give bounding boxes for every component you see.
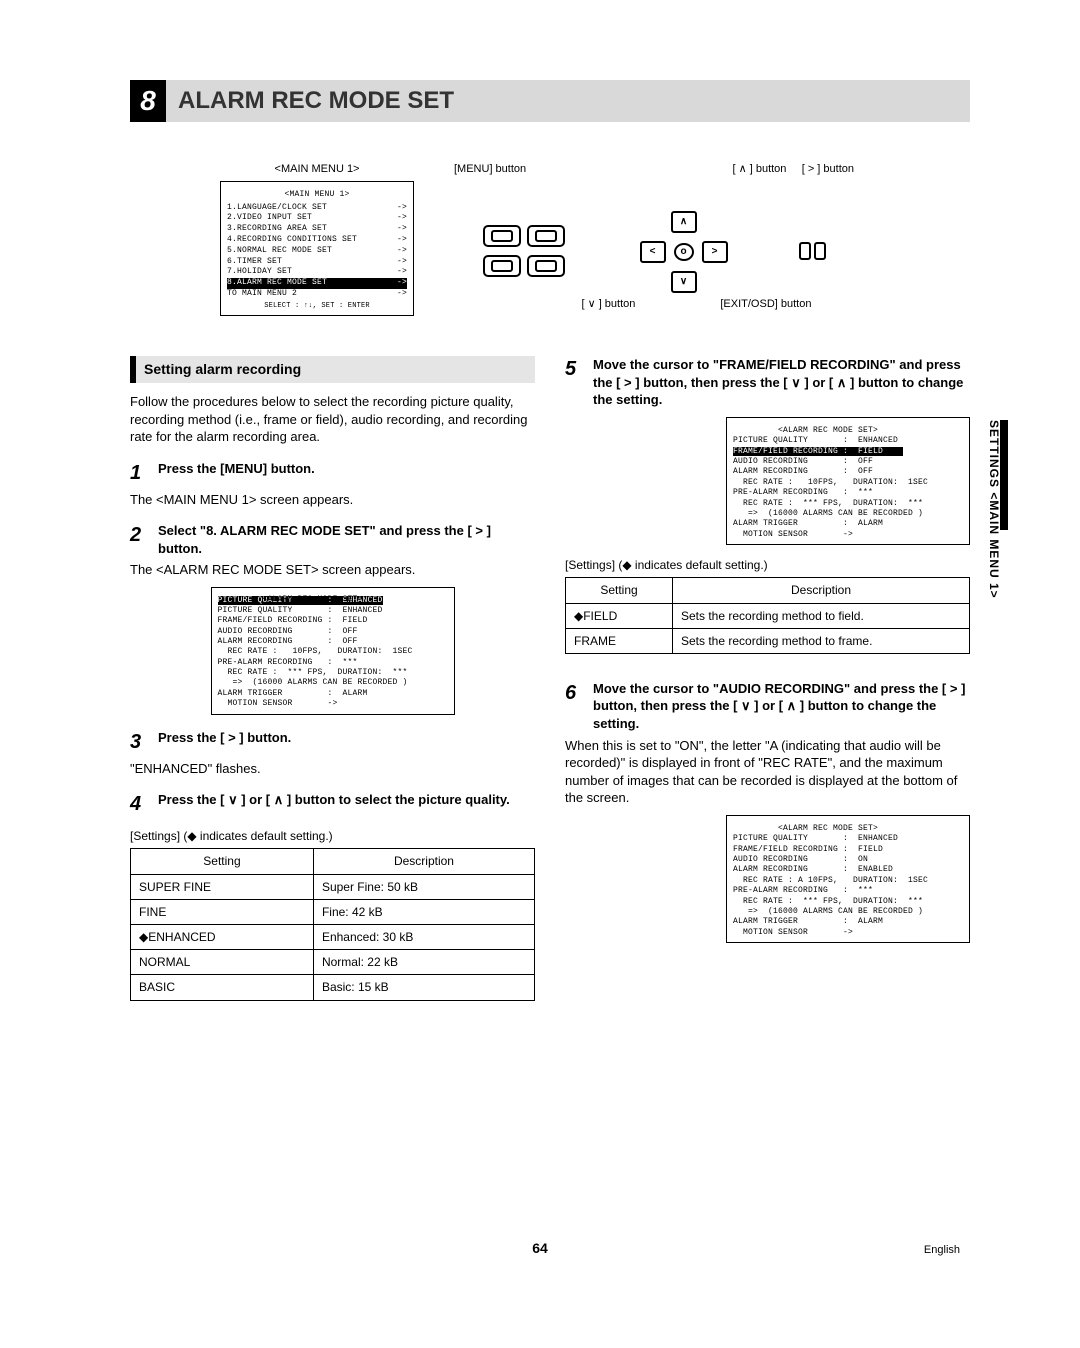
osd-content: <ALARM REC MODE SET> PICTURE QUALITY : E…	[733, 426, 963, 447]
osd-line: FRAME/FIELD RECORDING : FIELD	[733, 447, 903, 456]
step-heading: Press the [ ∨ ] or [ ∧ ] button to selec…	[158, 791, 510, 809]
device-button-icon	[527, 255, 565, 277]
table-row: NORMALNormal: 22 kB	[131, 950, 535, 975]
settings-caption: [Settings] (◆ indicates default setting.…	[130, 828, 535, 844]
step-number: 1	[130, 460, 148, 487]
osd-content: <ALARM REC MODE SET> PICTURE QUALITY : E…	[733, 824, 963, 938]
table-row: FINEFine: 42 kB	[131, 899, 535, 924]
frame-field-table: SettingDescription ◆FIELDSets the record…	[565, 577, 970, 654]
device-left-buttons	[483, 225, 565, 277]
table-header: Setting	[131, 849, 314, 874]
table-row: SUPER FINESuper Fine: 50 kB	[131, 874, 535, 899]
device-dpad: ∧ < > ∨ o	[622, 211, 742, 291]
label-down-button: [ ∨ ] button	[581, 297, 635, 312]
step-body: "ENHANCED" flashes.	[130, 760, 535, 778]
picture-quality-table: SettingDescription SUPER FINESuper Fine:…	[130, 848, 535, 1000]
device-small-button-icon	[814, 242, 826, 260]
table-row: FRAMESets the recording method to frame.	[566, 628, 970, 653]
step-heading: Press the [ > ] button.	[158, 729, 291, 747]
menu-item: 6.TIMER SET->	[227, 257, 407, 268]
step-heading: Select "8. ALARM REC MODE SET" and press…	[158, 522, 535, 557]
step-number: 2	[130, 522, 148, 557]
chapter-title: ALARM REC MODE SET	[178, 85, 454, 117]
osd-screenshot-1: PICTURE QUALITY : ENHANCED <ALARM REC MO…	[211, 587, 455, 715]
step-number: 3	[130, 729, 148, 756]
device-small-button-icon	[799, 242, 811, 260]
step-body: The <MAIN MENU 1> screen appears.	[130, 491, 535, 509]
osd-screenshot-3: <ALARM REC MODE SET> PICTURE QUALITY : E…	[726, 815, 970, 943]
step-heading: Move the cursor to "FRAME/FIELD RECORDIN…	[593, 356, 970, 409]
step-heading: Press the [MENU] button.	[158, 460, 315, 478]
table-row: ◆FIELDSets the recording method to field…	[566, 603, 970, 628]
settings-caption: [Settings] (◆ indicates default setting.…	[565, 557, 970, 573]
label-exit-button: [EXIT/OSD] button	[720, 297, 811, 312]
menu-item: 3.RECORDING AREA SET->	[227, 224, 407, 235]
table-row: ◆ENHANCEDEnhanced: 30 kB	[131, 924, 535, 949]
menu-item: 1.LANGUAGE/CLOCK SET->	[227, 203, 407, 214]
dpad-down-icon: ∨	[671, 271, 697, 293]
main-menu-figure: <MAIN MENU 1> <MAIN MENU 1> 1.LANGUAGE/C…	[220, 162, 414, 316]
side-tab-label: SETTINGS <MAIN MENU 1>	[986, 420, 1002, 599]
dpad-center-icon: o	[674, 243, 694, 261]
step-number: 6	[565, 680, 583, 733]
table-header: Description	[673, 578, 970, 603]
step-number: 5	[565, 356, 583, 409]
main-menu-box: <MAIN MENU 1> 1.LANGUAGE/CLOCK SET-> 2.V…	[220, 181, 414, 316]
device-figure: [MENU] button [ ∧ ] button [ > ] button …	[454, 162, 854, 312]
chapter-number: 8	[130, 80, 166, 122]
device-button-icon	[483, 255, 521, 277]
dpad-left-icon: <	[640, 241, 666, 263]
menu-item: 5.NORMAL REC MODE SET->	[227, 246, 407, 257]
label-menu-button: [MENU] button	[454, 162, 526, 177]
label-up-button: [ ∧ ] button	[733, 163, 787, 175]
page-number: 64	[0, 1239, 1080, 1258]
chapter-title-bar: 8 ALARM REC MODE SET	[130, 80, 970, 122]
main-menu-header: <MAIN MENU 1>	[227, 190, 407, 201]
dpad-up-icon: ∧	[671, 211, 697, 233]
menu-item: TO MAIN MENU 2->	[227, 289, 407, 300]
menu-item: 2.VIDEO INPUT SET->	[227, 213, 407, 224]
table-header: Description	[313, 849, 534, 874]
dpad-right-icon: >	[702, 241, 728, 263]
table-header: Setting	[566, 578, 673, 603]
menu-item-selected: 8.ALARM REC MODE SET->	[227, 278, 407, 289]
main-menu-caption: <MAIN MENU 1>	[220, 162, 414, 177]
page-language: English	[924, 1243, 960, 1258]
device-button-icon	[483, 225, 521, 247]
intro-text: Follow the procedures below to select th…	[130, 393, 535, 446]
step-heading: Move the cursor to "AUDIO RECORDING" and…	[593, 680, 970, 733]
step-body: The <ALARM REC MODE SET> screen appears.	[130, 561, 535, 579]
device-button-icon	[527, 225, 565, 247]
main-menu-footer: SELECT : ↑↓, SET : ENTER	[227, 302, 407, 311]
menu-item: 7.HOLIDAY SET->	[227, 267, 407, 278]
section-heading: Setting alarm recording	[130, 356, 535, 383]
device-exit-buttons	[799, 242, 826, 260]
menu-item: 4.RECORDING CONDITIONS SET->	[227, 235, 407, 246]
label-right-button: [ > ] button	[802, 163, 854, 175]
osd-screenshot-2: <ALARM REC MODE SET> PICTURE QUALITY : E…	[726, 417, 970, 545]
step-body: When this is set to "ON", the letter "A …	[565, 737, 970, 807]
osd-content: <ALARM REC MODE SET> PICTURE QUALITY : E…	[218, 595, 448, 709]
osd-content: AUDIO RECORDING : OFF ALARM RECORDING : …	[733, 457, 963, 540]
step-number: 4	[130, 791, 148, 818]
table-row: BASICBasic: 15 kB	[131, 975, 535, 1000]
